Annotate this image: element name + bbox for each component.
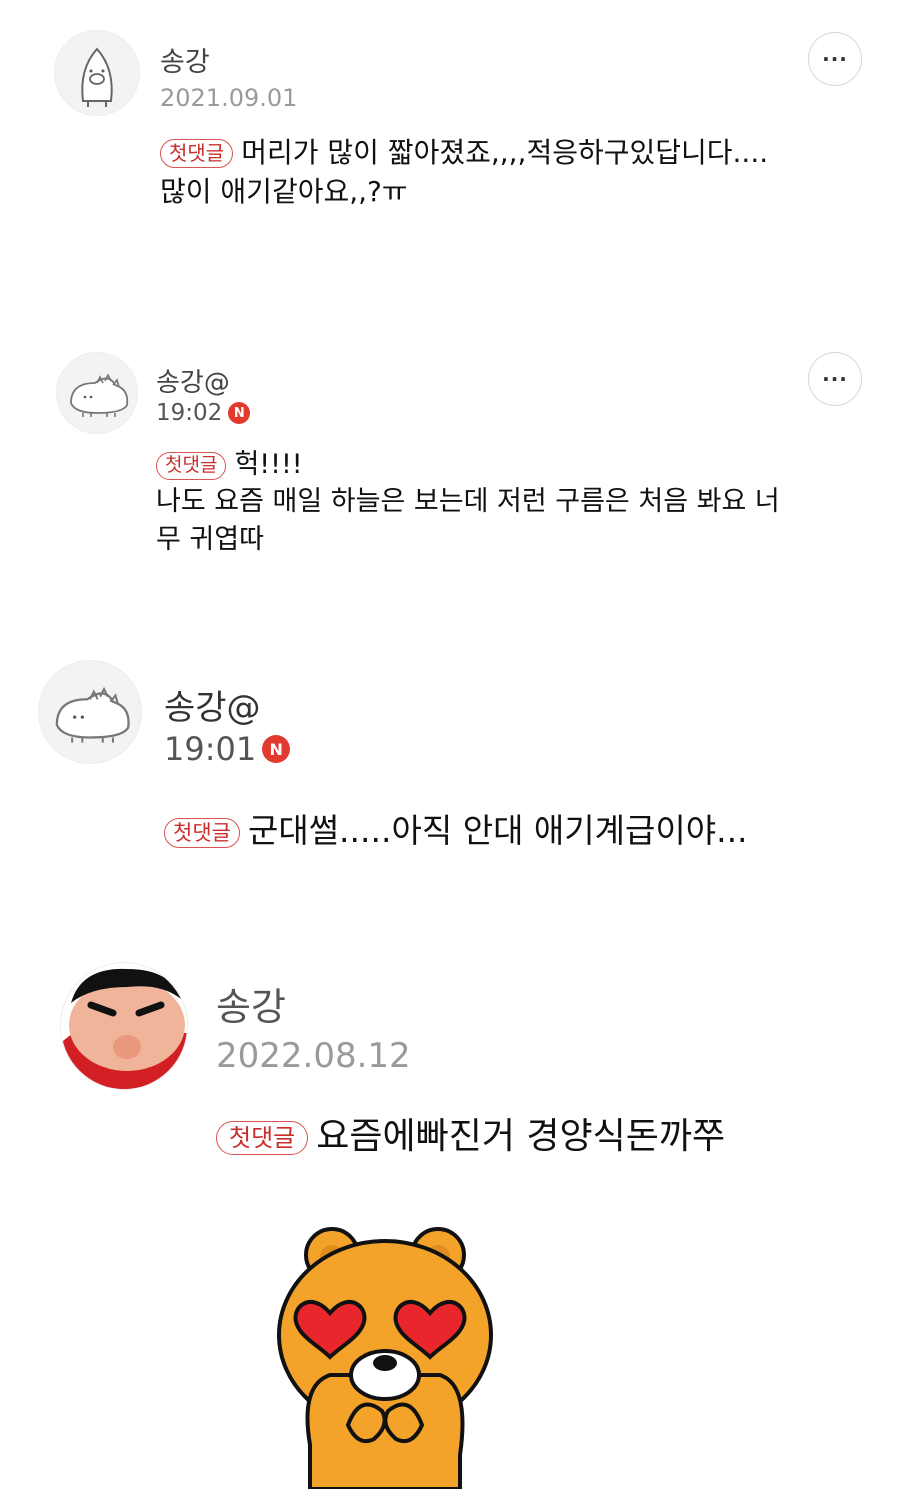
- comment-author[interactable]: 송강@: [156, 362, 230, 399]
- first-comment-badge: 첫댓글: [156, 452, 227, 480]
- more-icon: ···: [822, 47, 848, 71]
- comment-date: 2022.08.12: [216, 1036, 411, 1076]
- new-badge-icon: N: [228, 402, 251, 424]
- dinosaur-avatar-icon[interactable]: [56, 352, 138, 434]
- new-badge-icon: N: [262, 735, 291, 763]
- comment-text: 군대썰.....아직 안대 애기계급이야...: [247, 811, 748, 850]
- comment-date-text: 19:01: [164, 730, 257, 768]
- first-comment-badge: 첫댓글: [164, 818, 240, 849]
- first-comment-badge: 첫댓글: [216, 1121, 309, 1156]
- comment-body: 첫댓글 헉!!!! 나도 요즘 매일 하늘은 보는데 저런 구름은 처음 봐요 너…: [156, 446, 856, 558]
- comment-body: 첫댓글 군대썰.....아직 안대 애기계급이야...: [164, 808, 884, 854]
- comment-author[interactable]: 송강@: [164, 680, 261, 729]
- comment-date-text: 2021.09.01: [160, 84, 298, 112]
- comment-text: 헉!!!! 나도 요즘 매일 하늘은 보는데 저런 구름은 처음 봐요 너 무 …: [156, 449, 780, 555]
- cartoon-boy-avatar-icon[interactable]: [60, 962, 188, 1090]
- comment-author[interactable]: 송강: [216, 976, 286, 1031]
- bear-heart-eyes-sticker-icon: [270, 1225, 500, 1491]
- comment-body: 첫댓글 요즘에빠진거 경양식돈까쭈: [216, 1112, 896, 1162]
- comment-date: 2021.09.01: [160, 84, 297, 112]
- comment-text: 요즘에빠진거 경양식돈까쭈: [316, 1116, 726, 1157]
- comment-body: 첫댓글 머리가 많이 짧아졌죠,,,,적응하구있답니다.... 많이 애기같아요,…: [160, 134, 860, 211]
- comment-author[interactable]: 송강: [160, 40, 210, 79]
- pig-cat-avatar-icon[interactable]: [54, 30, 140, 116]
- comment-date: 19:01 N: [164, 730, 291, 768]
- more-icon: ···: [822, 367, 848, 391]
- comment-date-text: 19:02: [156, 400, 223, 426]
- more-options-button[interactable]: ···: [808, 32, 862, 86]
- comment-text: 머리가 많이 짧아졌죠,,,,적응하구있답니다.... 많이 애기같아요,,?ㅠ: [160, 136, 769, 208]
- comment-date-text: 2022.08.12: [216, 1036, 411, 1076]
- dinosaur-avatar-icon[interactable]: [38, 660, 142, 764]
- first-comment-badge: 첫댓글: [160, 139, 234, 168]
- more-options-button[interactable]: ···: [808, 352, 862, 406]
- comment-date: 19:02 N: [156, 400, 251, 426]
